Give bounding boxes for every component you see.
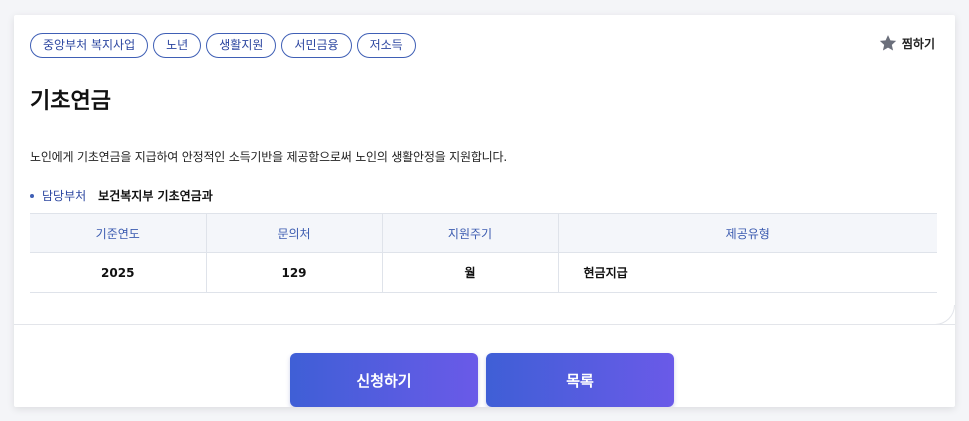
cell-contact: 129 <box>206 252 383 293</box>
tag-central-welfare[interactable]: 중앙부처 복지사업 <box>30 33 149 58</box>
favorite-button[interactable]: 찜하기 <box>878 33 935 53</box>
header-contact: 문의처 <box>206 213 383 253</box>
section-divider <box>14 324 955 325</box>
header-support-cycle: 지원주기 <box>382 213 559 253</box>
star-icon <box>879 35 897 51</box>
table-row: 2025 129 월 현금지급 <box>30 252 937 293</box>
tag-public-finance[interactable]: 서민금융 <box>281 33 352 58</box>
divider-curve <box>925 305 955 325</box>
tag-low-income[interactable]: 저소득 <box>356 33 416 58</box>
service-info-table: 기준연도 문의처 지원주기 제공유형 2025 129 월 현금지급 <box>30 213 937 293</box>
service-detail-card: 중앙부처 복지사업 노년 생활지원 서민금융 저소득 찜하기 기초연금 노인에게… <box>14 15 955 407</box>
department-value: 보건복지부 기초연금과 <box>98 189 213 203</box>
header-base-year: 기준연도 <box>30 213 207 253</box>
category-tags: 중앙부처 복지사업 노년 생활지원 서민금융 저소득 <box>30 33 416 58</box>
cell-base-year: 2025 <box>30 252 207 293</box>
action-buttons: 신청하기 목록 <box>290 353 674 407</box>
favorite-label: 찜하기 <box>901 36 935 51</box>
department-label: 담당부처 <box>42 189 87 203</box>
page-title: 기초연금 <box>30 89 111 114</box>
service-description: 노인에게 기초연금을 지급하여 안정적인 소득기반을 제공함으로써 노인의 생활… <box>30 150 507 164</box>
tag-elderly[interactable]: 노년 <box>153 33 202 58</box>
list-button[interactable]: 목록 <box>486 353 674 407</box>
tag-living-support[interactable]: 생활지원 <box>206 33 277 58</box>
department-info: 담당부처 보건복지부 기초연금과 <box>30 187 213 204</box>
cell-support-cycle: 월 <box>382 252 559 293</box>
header-provision-type: 제공유형 <box>558 213 937 253</box>
cell-provision-type: 현금지급 <box>558 252 937 293</box>
table-header-row: 기준연도 문의처 지원주기 제공유형 <box>30 213 937 253</box>
bullet-dot <box>30 193 34 198</box>
apply-button[interactable]: 신청하기 <box>290 353 478 407</box>
